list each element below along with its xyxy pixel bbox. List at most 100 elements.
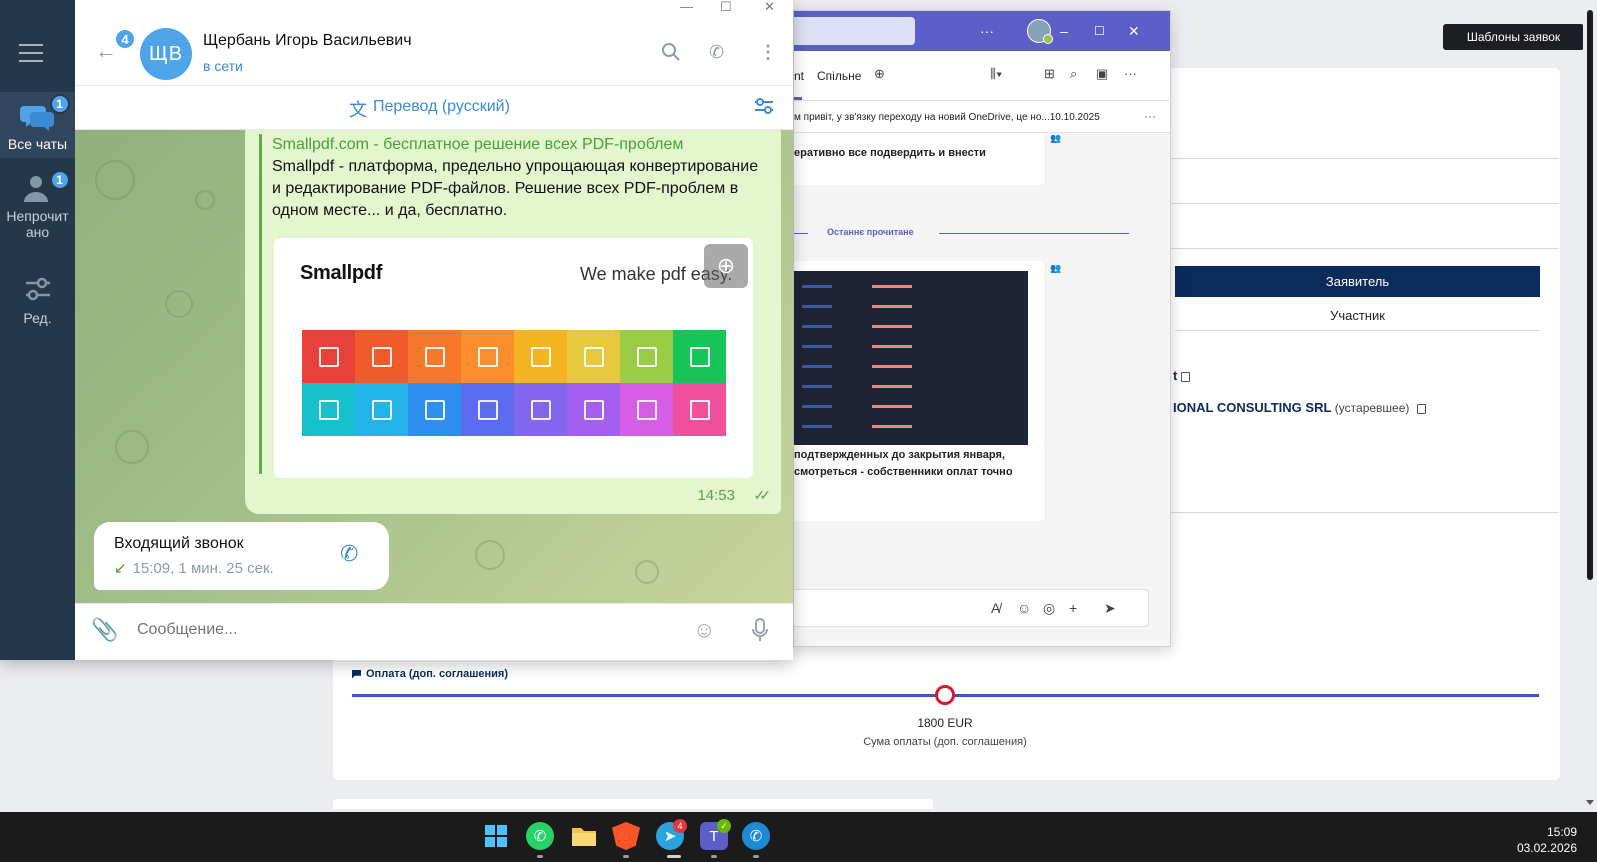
teams-titlebar: ··· – ☐ ✕ [794,11,1170,51]
pinned-message-banner[interactable]: м привіт, у зв'язку переходу на новий On… [794,102,1170,133]
pdf-tool-icon [318,399,339,420]
scrollbar-thumb[interactable] [1587,10,1593,580]
folder-all-chats[interactable]: 1 Все чаты [0,92,75,158]
translation-bar[interactable]: 文 Перевод (русский) [75,87,793,130]
more-vertical-icon[interactable]: ⋮ [759,42,777,62]
emoji-icon[interactable]: ☺ [693,617,715,643]
payment-amount: 1800 EUR [917,716,973,730]
microphone-icon[interactable] [751,617,769,649]
copy-icon[interactable] [1181,371,1191,382]
side-panel-icon[interactable]: ▣ [1096,66,1108,82]
chat-message: подтвержденных до закрытия января, смотр… [794,261,1044,521]
pdf-tool-tile [302,330,355,383]
link-site-name[interactable]: Smallpdf.com - бесплатное решение всех P… [272,134,759,156]
maximize-icon[interactable]: ☐ [720,0,732,14]
search-icon[interactable] [661,42,681,66]
folder-unread[interactable]: 1 Непрочит ано [0,170,75,252]
next-card [333,799,933,809]
pdf-tool-icon [636,399,657,420]
folder-edit[interactable]: Ред. [0,274,75,330]
message-input[interactable] [137,621,657,639]
search-icon[interactable]: ⌕ [1070,66,1077,82]
pdf-tool-tile [302,383,355,436]
pdf-tool-tile [514,330,567,383]
unread-badge: 1 [49,170,70,190]
pdf-tool-tile [355,330,408,383]
pdf-tool-icon [318,346,339,367]
add-tab-icon[interactable]: ⊕ [874,66,885,82]
settings-sliders-icon[interactable] [753,96,775,121]
chat-messages-area: Smallpdf.com - бесплатное решение всех P… [75,130,793,603]
pdf-tool-tile [355,383,408,436]
edit-folders-icon [20,274,56,306]
tab-shared[interactable]: Спільне [817,69,861,83]
pdf-tool-icon [689,346,710,367]
whatsapp-icon[interactable]: ✆ [526,822,554,850]
minimize-icon[interactable]: – [1060,21,1068,41]
audio-call-icon[interactable]: ⫼▾ [990,66,1002,82]
pdf-tool-tile [567,330,620,383]
group-icon: 👥 [1050,263,1062,273]
attached-screenshot[interactable] [794,271,1028,445]
zoom-in-icon[interactable]: ⊕ [704,244,748,288]
scroll-down-icon[interactable] [1586,800,1594,805]
phone-icon[interactable]: ✆ [709,42,724,62]
back-arrow-icon[interactable]: ← [95,40,117,62]
tab-posts[interactable]: nt [794,69,804,83]
teams-chat-area: еративно все подвердить и внести 👥 Остан… [794,133,1170,646]
more-icon[interactable]: ··· [980,21,994,41]
smallpdf-logo: Smallpdf [300,262,383,284]
teams-message-composer[interactable]: A̸ ☺ ◎ + ➤ [794,589,1149,627]
close-icon[interactable]: ✕ [1128,21,1140,41]
divider [1171,248,1559,249]
group-icon: 👥 [1050,133,1062,143]
more-icon[interactable]: ··· [1144,109,1156,123]
more-icon[interactable]: ··· [1124,66,1137,81]
pdf-tool-tile [408,330,461,383]
avatar[interactable]: ЩВ [140,28,192,80]
page-scrollbar[interactable] [1583,0,1597,812]
add-icon[interactable]: + [1069,600,1077,616]
role-applicant-tab[interactable]: Заявитель [1175,266,1540,297]
copy-icon[interactable] [1417,403,1427,414]
message-time: 14:53 [697,487,735,504]
hamburger-menu-icon[interactable] [19,44,43,68]
avatar[interactable] [1027,19,1053,44]
contact-name[interactable]: Щербань Игорь Васильевич [203,32,412,50]
outgoing-message[interactable]: Smallpdf.com - бесплатное решение всех P… [245,130,781,514]
payment-caption: Сума оплаты (доп. соглашения) [863,736,1027,748]
link-preview-image[interactable]: Smallpdf We make pdf easy. ⊕ [274,238,753,478]
format-icon[interactable]: A̸ [991,600,1000,616]
windows-taskbar: ✆ ➤ 4 T ✓ ✆ 15:09 03.02.2026 [0,812,1597,862]
apps-icon[interactable]: ⊞ [1044,66,1055,82]
link-preview[interactable]: Smallpdf.com - бесплатное решение всех P… [259,134,759,478]
file-explorer-icon[interactable] [570,822,598,850]
pdf-tool-tile [620,383,673,436]
timeline-marker[interactable] [935,685,955,705]
divider [1171,203,1559,204]
pdf-tool-icon [583,399,604,420]
maximize-icon[interactable]: ☐ [1094,21,1105,41]
contact-status: в сети [203,58,243,74]
chat-header: ← 4 ЩВ Щербань Игорь Васильевич в сети ✆… [75,18,793,86]
phone-app-icon[interactable]: ✆ [742,822,770,850]
tool-tiles-grid [302,330,726,436]
incoming-arrow-icon: ↙ [114,560,127,577]
role-participant-tab[interactable]: Участник [1175,300,1540,331]
phone-icon[interactable]: ✆ [340,542,358,566]
pdf-tool-tile [514,383,567,436]
incoming-call-message[interactable]: Входящий звонок ↙ 15:09, 1 мин. 25 сек. ✆ [94,522,389,590]
brave-browser-icon[interactable] [612,822,640,850]
pdf-tool-icon [583,346,604,367]
loop-icon[interactable]: ◎ [1043,600,1055,616]
close-icon[interactable]: ✕ [764,0,775,14]
request-templates-button[interactable]: Шаблоны заявок [1443,24,1584,50]
emoji-icon[interactable]: ☺ [1017,600,1031,616]
attach-icon[interactable]: 📎 [91,617,118,643]
pdf-tool-tile [620,330,673,383]
minimize-icon[interactable]: — [680,0,693,14]
start-button[interactable] [482,822,510,850]
teams-search-box[interactable] [794,17,915,45]
system-clock[interactable]: 15:09 03.02.2026 [1517,824,1577,856]
send-icon[interactable]: ➤ [1104,600,1116,616]
